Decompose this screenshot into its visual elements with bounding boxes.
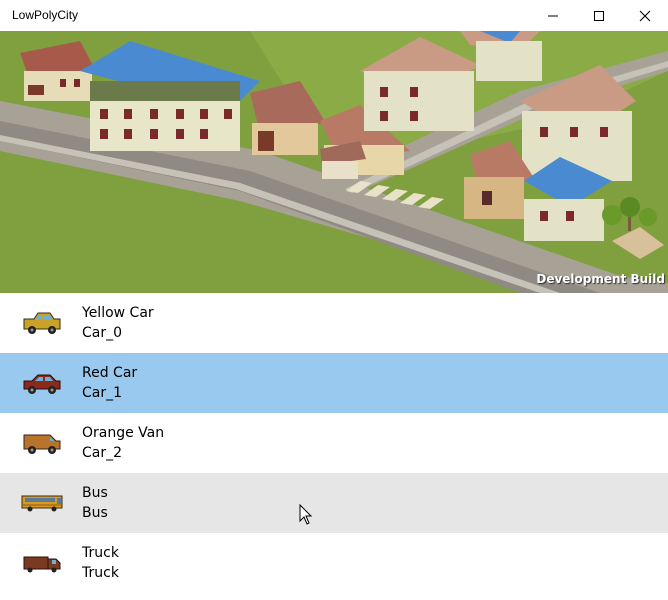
list-item[interactable]: Orange Van Car_2 <box>0 413 668 473</box>
close-icon <box>639 10 651 22</box>
window-title: LowPolyCity <box>12 8 79 22</box>
vehicle-id: Car_0 <box>82 325 123 341</box>
vehicle-name: Red Car <box>82 365 138 381</box>
yellow-car-icon <box>23 312 61 334</box>
minimize-button[interactable] <box>530 0 576 31</box>
vehicle-name: Orange Van <box>82 425 165 441</box>
vehicle-name: Yellow Car <box>82 305 154 321</box>
city-3d-viewport[interactable]: Development Build <box>0 31 668 293</box>
development-build-label: Development Build <box>536 272 665 286</box>
vehicle-id: Truck <box>82 565 119 581</box>
title-bar[interactable]: LowPolyCity <box>0 0 668 31</box>
minimize-icon <box>548 15 558 17</box>
vehicle-name: Bus <box>82 485 108 501</box>
vehicle-list[interactable]: Yellow Car Car_0 Red Car Car_1 Orange Va… <box>0 293 668 593</box>
list-item[interactable]: Yellow Car Car_0 <box>0 293 668 353</box>
list-item[interactable]: Truck Truck <box>0 533 668 593</box>
vehicle-id: Car_2 <box>82 445 123 461</box>
close-button[interactable] <box>622 0 668 31</box>
list-item[interactable]: Bus Bus <box>0 473 668 533</box>
city-scene-image <box>0 31 668 293</box>
vehicle-name: Truck <box>82 545 119 561</box>
bus-icon <box>21 495 63 512</box>
mouse-cursor-icon <box>299 504 313 525</box>
red-car-icon <box>23 374 61 394</box>
maximize-button[interactable] <box>576 0 622 31</box>
vehicle-id: Car_1 <box>82 385 123 401</box>
list-item[interactable]: Red Car Car_1 <box>0 353 668 413</box>
vehicle-id: Bus <box>82 505 108 521</box>
maximize-icon <box>594 11 604 21</box>
orange-van-icon <box>23 434 61 454</box>
truck-icon <box>23 556 61 573</box>
